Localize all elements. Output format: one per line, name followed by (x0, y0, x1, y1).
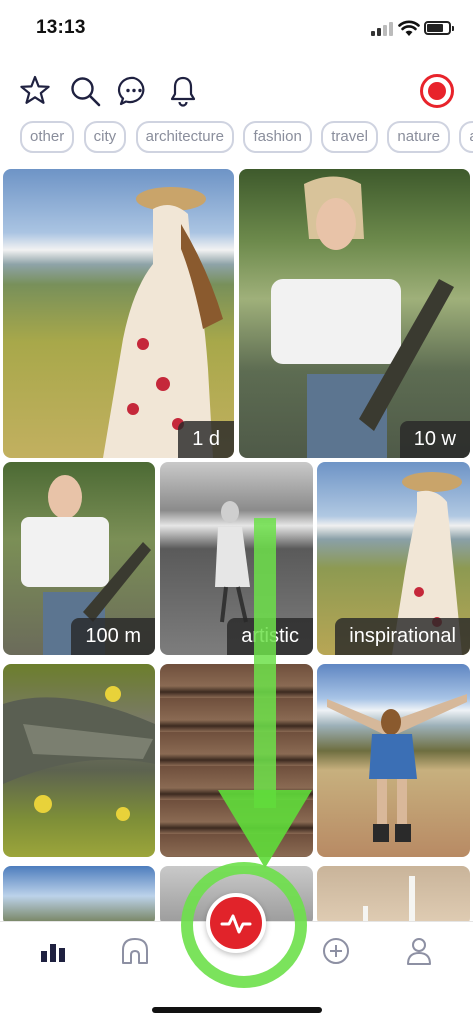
top-toolbar (0, 72, 473, 112)
activity-icon (220, 914, 252, 934)
tile-label: inspirational (335, 618, 470, 655)
photo-tile[interactable]: 10 w (239, 169, 470, 458)
bell-icon[interactable] (166, 74, 200, 108)
battery-icon (424, 21, 454, 35)
photo-tile[interactable] (3, 664, 155, 857)
chart-icon[interactable] (38, 936, 68, 966)
photo-image (3, 686, 155, 821)
chip-fashion[interactable]: fashion (243, 121, 312, 153)
photo-image (271, 176, 454, 458)
home-indicator (152, 1007, 322, 1013)
photo-image (103, 187, 223, 458)
home-icon[interactable] (120, 936, 150, 966)
tile-label: 10 w (399, 421, 470, 458)
chip-other[interactable]: other (20, 121, 75, 153)
chip-travel[interactable]: travel (321, 121, 378, 153)
add-icon[interactable] (321, 936, 351, 966)
photo-tile[interactable]: artistic (160, 462, 313, 655)
status-bar: 13:13 (0, 0, 473, 56)
photo-tile[interactable] (317, 664, 470, 857)
photo-tile[interactable]: 100 m (3, 462, 155, 655)
photo-tile[interactable] (160, 664, 313, 857)
photo-tile[interactable] (317, 866, 470, 926)
tile-label: 1 d (178, 421, 234, 458)
record-button[interactable] (420, 74, 454, 108)
photo-tile[interactable]: 1 d (3, 169, 234, 458)
tile-label: artistic (227, 618, 313, 655)
chip-nature[interactable]: nature (387, 121, 450, 153)
cellular-signal-icon (371, 22, 393, 36)
search-icon[interactable] (68, 74, 102, 108)
chip-city[interactable]: city (83, 121, 127, 153)
bottom-navigation (0, 893, 473, 1024)
photo-tile[interactable] (3, 866, 155, 926)
chip-adv[interactable]: adv (459, 121, 473, 153)
photo-image (327, 694, 467, 842)
photo-tile[interactable]: inspirational (317, 462, 470, 655)
profile-icon[interactable] (404, 936, 434, 966)
wifi-icon (398, 20, 420, 36)
activity-button[interactable] (206, 893, 266, 953)
chip-architecture[interactable]: architecture (135, 121, 234, 153)
category-filter-bar: other city architecture fashion travel n… (20, 121, 473, 155)
chat-icon[interactable] (117, 74, 151, 108)
star-icon[interactable] (18, 74, 52, 108)
tile-label: 100 m (71, 618, 155, 655)
status-time: 13:13 (36, 17, 86, 38)
photo-image (363, 876, 415, 926)
